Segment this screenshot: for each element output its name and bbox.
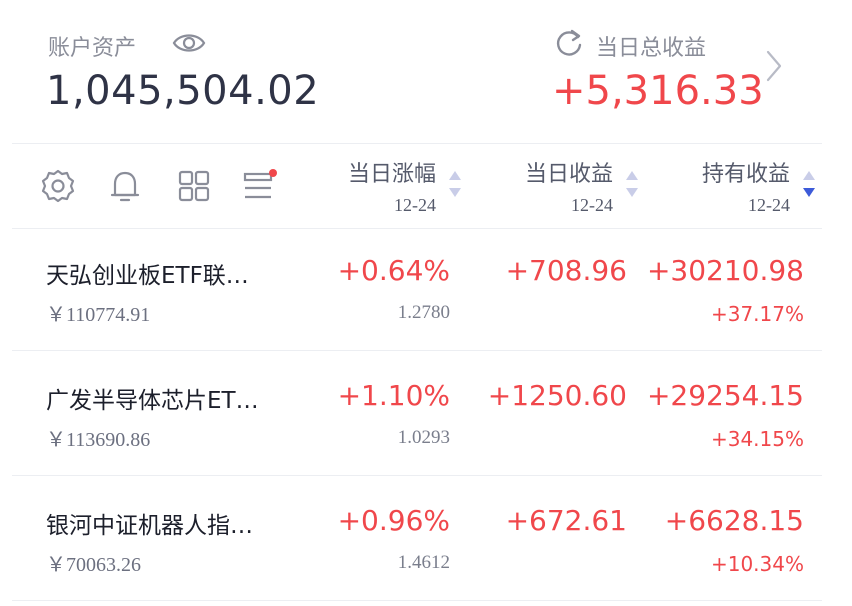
hold-rate: +10.34% bbox=[710, 552, 804, 576]
chevron-right-icon[interactable] bbox=[764, 48, 784, 84]
column-header-hold-profit[interactable]: 持有收益 12-24 bbox=[702, 160, 790, 216]
column-date: 12-24 bbox=[571, 195, 613, 215]
hold-rate: +37.17% bbox=[710, 302, 804, 326]
change-pct: +0.96% bbox=[337, 504, 450, 537]
fund-name: 银河中证机器人指… bbox=[46, 513, 253, 539]
header-divider bbox=[12, 143, 822, 144]
daily-profit: +1250.60 bbox=[487, 379, 627, 412]
asset-label: 账户资产 bbox=[48, 36, 137, 61]
nav-value: 1.4612 bbox=[397, 552, 450, 573]
column-title: 当日涨幅 bbox=[347, 162, 436, 187]
sort-icon[interactable] bbox=[624, 168, 640, 200]
fund-amount: ￥110774.91 bbox=[46, 304, 151, 326]
column-date: 12-24 bbox=[394, 195, 436, 215]
fund-row[interactable]: 天弘创业板ETF联… ￥110774.91 +0.64% 1.2780 +708… bbox=[12, 228, 822, 352]
gear-icon[interactable] bbox=[40, 168, 76, 204]
daily-profit: +708.96 bbox=[505, 254, 627, 287]
hold-rate: +34.15% bbox=[710, 427, 804, 451]
daily-total-label: 当日总收益 bbox=[596, 36, 707, 61]
column-title: 当日收益 bbox=[524, 162, 613, 187]
asset-value: 1,045,504.02 bbox=[46, 68, 320, 114]
list-menu-icon[interactable] bbox=[242, 168, 278, 204]
eye-icon[interactable] bbox=[172, 30, 206, 56]
fund-row[interactable]: 广发半导体芯片ET… ￥113690.86 +1.10% 1.0293 +125… bbox=[12, 353, 822, 477]
sort-icon[interactable] bbox=[447, 168, 463, 200]
nav-value: 1.2780 bbox=[397, 302, 450, 323]
daily-profit: +672.61 bbox=[505, 504, 627, 537]
column-header-change[interactable]: 当日涨幅 12-24 bbox=[348, 160, 436, 216]
hold-profit: +30210.98 bbox=[646, 254, 804, 287]
fund-amount: ￥70063.26 bbox=[46, 554, 141, 576]
bell-icon[interactable] bbox=[107, 168, 143, 204]
change-pct: +0.64% bbox=[337, 254, 450, 287]
hold-profit: +6628.15 bbox=[664, 504, 804, 537]
row-divider bbox=[12, 350, 822, 351]
column-header-daily-profit[interactable]: 当日收益 12-24 bbox=[525, 160, 613, 216]
column-title: 持有收益 bbox=[701, 162, 790, 187]
daily-total-value: +5,316.33 bbox=[552, 68, 764, 114]
refresh-icon[interactable] bbox=[554, 28, 584, 58]
row-divider bbox=[12, 475, 822, 476]
hold-profit: +29254.15 bbox=[646, 379, 804, 412]
fund-row[interactable]: 银河中证机器人指… ￥70063.26 +0.96% 1.4612 +672.6… bbox=[12, 478, 822, 602]
fund-name: 广发半导体芯片ET… bbox=[46, 388, 259, 414]
notification-dot bbox=[269, 169, 277, 177]
grid-icon[interactable] bbox=[176, 168, 212, 204]
nav-value: 1.0293 bbox=[397, 427, 450, 448]
column-date: 12-24 bbox=[748, 195, 790, 215]
sort-descending-icon[interactable] bbox=[801, 168, 817, 200]
row-divider bbox=[12, 600, 822, 601]
fund-name: 天弘创业板ETF联… bbox=[46, 263, 249, 289]
fund-amount: ￥113690.86 bbox=[46, 429, 151, 451]
change-pct: +1.10% bbox=[337, 379, 450, 412]
